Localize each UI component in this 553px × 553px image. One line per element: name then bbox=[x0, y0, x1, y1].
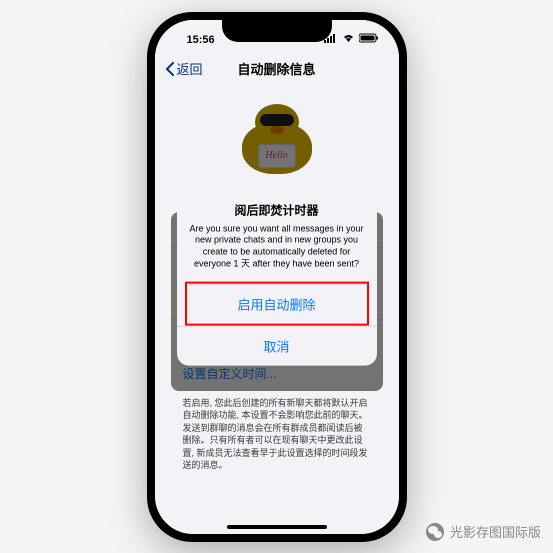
duck-sign-text: Hello bbox=[258, 144, 296, 168]
watermark-text: 光影存图国际版 bbox=[450, 522, 541, 541]
back-label: 返回 bbox=[177, 59, 203, 78]
status-time: 15:56 bbox=[187, 34, 215, 46]
notch bbox=[222, 20, 332, 42]
footer-description: 若启用, 您此后创建的所有新聊天都将默认开启自动删除功能, 本设置不会影响您此前… bbox=[171, 391, 383, 479]
alert-content: 阅后即焚计时器 Are you sure you want all messag… bbox=[177, 187, 377, 282]
home-indicator[interactable] bbox=[227, 525, 327, 529]
watermark: 光影存图国际版 bbox=[426, 522, 541, 541]
confirmation-alert: 阅后即焚计时器 Are you sure you want all messag… bbox=[177, 187, 377, 366]
back-button[interactable]: 返回 bbox=[165, 59, 203, 78]
alert-message: Are you sure you want all messages in yo… bbox=[189, 223, 365, 270]
highlight-annotation: 启用自动删除 bbox=[185, 282, 369, 326]
wifi-icon bbox=[342, 33, 355, 46]
duck-illustration: Hello bbox=[171, 94, 383, 192]
screen-content: 15:56 bbox=[155, 20, 399, 534]
wechat-icon bbox=[426, 523, 444, 541]
battery-icon bbox=[359, 33, 379, 46]
phone-frame: 15:56 bbox=[147, 12, 407, 542]
nav-bar: 返回 自动删除信息 bbox=[155, 52, 399, 86]
status-icons bbox=[324, 33, 379, 46]
chevron-left-icon bbox=[165, 62, 175, 76]
nav-title: 自动删除信息 bbox=[237, 59, 315, 78]
cancel-button[interactable]: 取消 bbox=[177, 326, 377, 366]
phone-screen: 15:56 bbox=[155, 20, 399, 534]
alert-title: 阅后即焚计时器 bbox=[189, 201, 365, 218]
confirm-button[interactable]: 启用自动删除 bbox=[187, 284, 367, 324]
option-custom-label: 设置自定义时间... bbox=[183, 365, 277, 382]
